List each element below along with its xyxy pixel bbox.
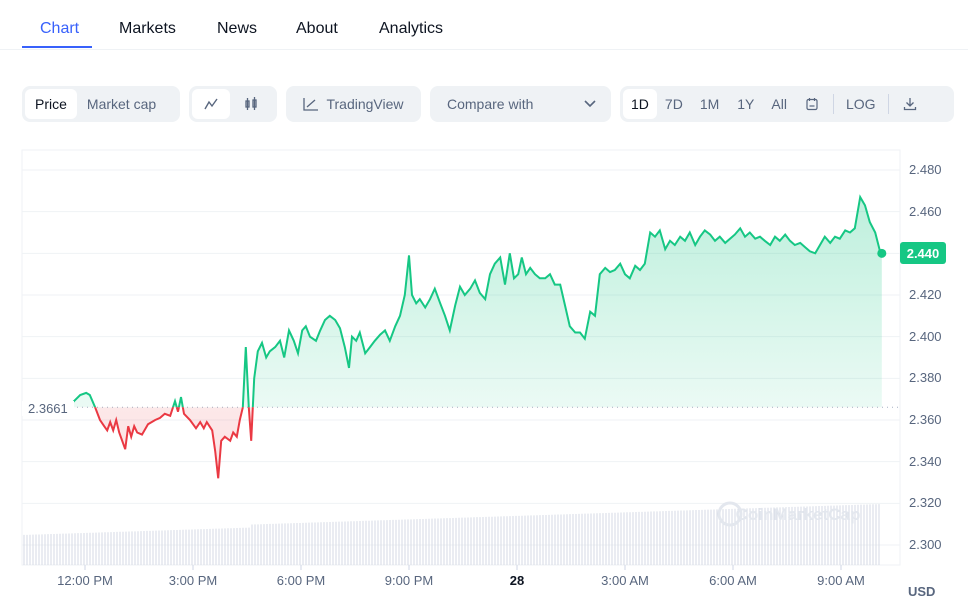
y-tick-label: 2.460 — [909, 203, 942, 219]
price-chart[interactable]: CoinMarketCap — [0, 0, 968, 607]
x-tick-label: 9:00 AM — [817, 573, 865, 588]
y-tick-label: 2.340 — [909, 453, 942, 469]
reference-price-label: 2.3661 — [22, 401, 74, 416]
currency-label: USD — [908, 584, 936, 599]
y-tick-label: 2.400 — [909, 328, 942, 344]
x-tick-label: 12:00 PM — [57, 573, 113, 588]
x-tick-label: 28 — [509, 573, 525, 588]
last-price-dot — [877, 248, 887, 258]
y-tick-label: 2.480 — [909, 162, 942, 177]
x-tick-label: 6:00 PM — [276, 573, 326, 588]
y-tick-label: 2.380 — [909, 370, 942, 386]
y-tick-label: 2.300 — [909, 537, 942, 552]
x-tick-label: 6:00 AM — [709, 573, 757, 588]
coinmarketcap-watermark: CoinMarketCap — [736, 505, 861, 524]
x-tick-label: 3:00 AM — [601, 573, 649, 588]
y-tick-label: 2.320 — [909, 495, 942, 511]
y-tick-label: 2.420 — [909, 287, 942, 302]
last-price-badge: 2.440 — [900, 242, 946, 265]
x-tick-label: 9:00 PM — [384, 573, 434, 588]
area-fill-up — [71, 197, 882, 408]
y-tick-label: 2.360 — [909, 412, 942, 427]
x-tick-label: 3:00 PM — [168, 573, 218, 588]
